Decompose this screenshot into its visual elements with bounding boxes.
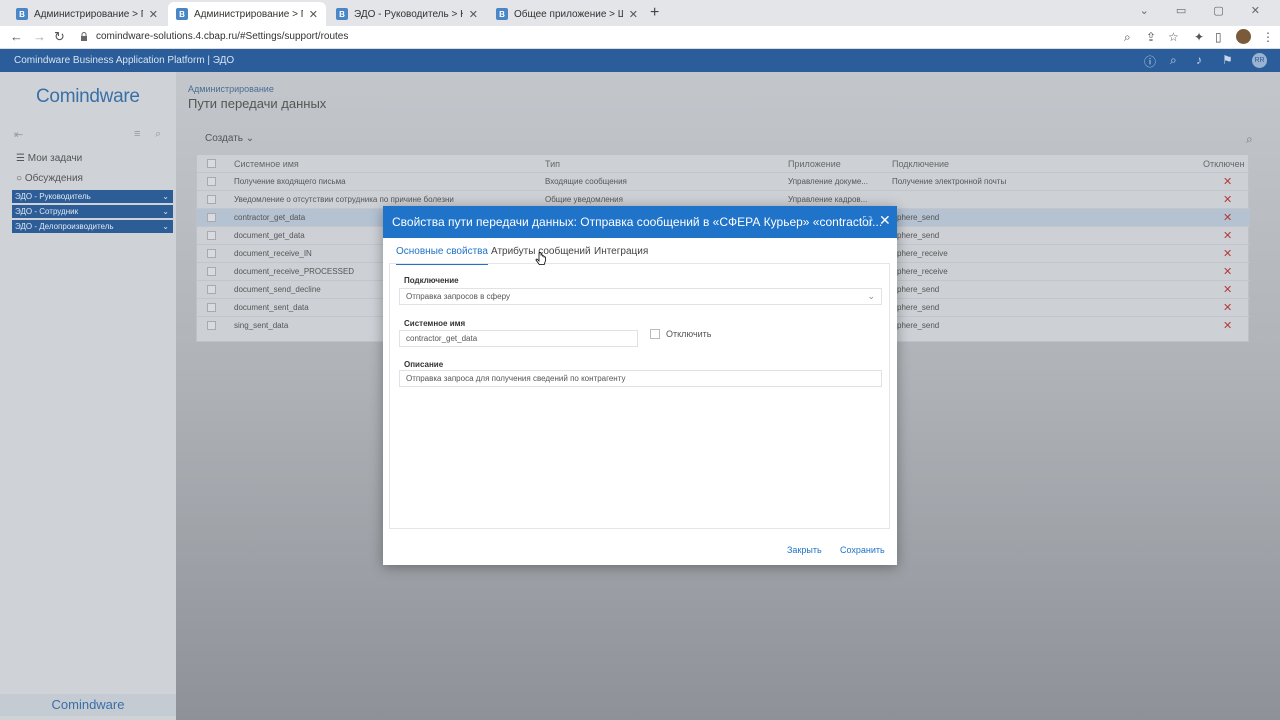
chevron-down-icon: ⌄ <box>162 207 169 216</box>
chevron-down-icon: ⌄ <box>162 222 169 231</box>
zoom-icon[interactable]: ⌕ <box>1124 30 1131 45</box>
row-checkbox[interactable] <box>207 321 216 330</box>
list-icon[interactable]: ≡ <box>134 128 140 140</box>
tab-close-icon[interactable]: ✕ <box>629 8 638 21</box>
tab-close-icon[interactable]: ✕ <box>309 8 318 21</box>
dialog-title: Свойства пути передачи данных: Отправка … <box>392 215 883 229</box>
disabled-x-icon: ✕ <box>1223 212 1233 224</box>
connection-label: Подключение <box>404 276 459 285</box>
favicon-icon: B <box>176 8 188 20</box>
sidebar-group-clerk[interactable]: ЭДО - Делопроизводитель ⌄ <box>12 220 173 233</box>
sysname-label: Системное имя <box>404 319 466 328</box>
row-checkbox[interactable] <box>207 267 216 276</box>
dialog-header: Свойства пути передачи данных: Отправка … <box>383 206 897 238</box>
tab-integration[interactable]: Интеграция <box>594 246 648 263</box>
row-checkbox[interactable] <box>207 177 216 186</box>
browser-tab[interactable]: B Администрирование > Подкл ✕ <box>8 2 166 26</box>
chevron-down-icon: ⌄ <box>162 192 169 201</box>
row-checkbox[interactable] <box>207 195 216 204</box>
sidebar-group-employee[interactable]: ЭДО - Сотрудник ⌄ <box>12 205 173 218</box>
select-all-checkbox[interactable] <box>207 159 216 168</box>
connection-select[interactable]: Отправка запросов в сферу ⌄ <box>399 288 882 305</box>
sidebar <box>0 72 176 720</box>
star-icon[interactable]: ☆ <box>1168 30 1179 44</box>
create-button[interactable]: Создать ⌄ <box>205 133 254 144</box>
app-title: Comindware Business Application Platform… <box>14 55 235 66</box>
row-checkbox[interactable] <box>207 213 216 222</box>
reload-icon[interactable]: ↻ <box>54 29 65 45</box>
flag-icon[interactable]: ⚑ <box>1222 53 1233 67</box>
column-header[interactable]: Приложение <box>788 159 841 169</box>
disabled-x-icon: ✕ <box>1223 266 1233 278</box>
disable-label: Отключить <box>666 329 712 339</box>
sidebar-item-discussions[interactable]: ○ Обсуждения <box>16 173 83 184</box>
app-logo: Comindware <box>36 86 140 107</box>
browser-tabbar: B Администрирование > Подкл ✕ B Админист… <box>0 0 1280 26</box>
collapse-icon[interactable]: ⇤ <box>14 128 23 141</box>
disable-checkbox[interactable] <box>650 329 660 339</box>
column-header[interactable]: Тип <box>545 159 560 169</box>
row-checkbox[interactable] <box>207 231 216 240</box>
disabled-x-icon: ✕ <box>1223 230 1233 242</box>
sysname-field[interactable]: contractor_get_data <box>399 330 638 347</box>
row-checkbox[interactable] <box>207 285 216 294</box>
disabled-x-icon: ✕ <box>1223 176 1233 188</box>
chevron-down-icon: ⌄ <box>867 291 875 301</box>
column-header[interactable]: Отключен <box>1203 159 1245 169</box>
column-header[interactable]: Системное имя <box>234 159 299 169</box>
browser-tab-active[interactable]: B Администрирование > Пути пе ✕ <box>168 2 326 26</box>
user-avatar[interactable]: RR <box>1252 53 1267 68</box>
close-icon[interactable]: ✕ <box>879 212 891 229</box>
disabled-x-icon: ✕ <box>1223 194 1233 206</box>
close-button[interactable]: Закрыть <box>787 545 822 555</box>
disabled-x-icon: ✕ <box>1223 302 1233 314</box>
lock-icon <box>81 32 87 41</box>
column-header[interactable]: Подключение <box>892 159 949 169</box>
description-field[interactable]: Отправка запроса для получения сведений … <box>399 370 882 387</box>
sidebar-search-icon[interactable]: ⌕ <box>155 128 161 141</box>
route-properties-dialog: Свойства пути передачи данных: Отправка … <box>383 206 897 565</box>
new-tab-icon[interactable]: + <box>650 4 659 22</box>
footer-logo: Comindware <box>0 694 176 716</box>
search-icon[interactable]: ⌕ <box>1170 53 1177 68</box>
favicon-icon: B <box>496 8 508 20</box>
sidebar-item-tasks[interactable]: ☰ Мои задачи <box>16 153 82 164</box>
description-label: Описание <box>404 360 444 369</box>
help-icon[interactable]: ⓘ <box>1144 53 1156 70</box>
sidebar-group-manager[interactable]: ЭДО - Руководитель ⌄ <box>12 190 173 203</box>
address-bar: ← → ↻ comindware-solutions.4.cbap.ru/#Se… <box>0 26 1280 49</box>
forward-icon[interactable]: → <box>33 29 46 44</box>
row-checkbox[interactable] <box>207 303 216 312</box>
tab-close-icon[interactable]: ✕ <box>149 8 158 21</box>
app-header: Comindware Business Application Platform… <box>0 49 1280 72</box>
menu-icon[interactable]: ⋮ <box>1262 30 1274 44</box>
row-checkbox[interactable] <box>207 249 216 258</box>
share-icon[interactable]: ⇪ <box>1146 30 1156 44</box>
tab-close-icon[interactable]: ✕ <box>469 8 478 21</box>
profile-avatar[interactable] <box>1236 29 1251 44</box>
browser-tab[interactable]: B Общее приложение > Шаблон ✕ <box>488 2 646 26</box>
disabled-x-icon: ✕ <box>1223 248 1233 260</box>
hand-cursor-icon <box>535 252 546 265</box>
url-input[interactable]: comindware-solutions.4.cbap.ru/#Settings… <box>96 31 348 42</box>
back-icon[interactable]: ← <box>10 29 23 44</box>
disabled-x-icon: ✕ <box>1223 284 1233 296</box>
properties-panel: Подключение Отправка запросов в сферу ⌄ … <box>389 263 890 529</box>
table-row[interactable]: Получение входящего письма Входящие сооб… <box>197 172 1250 190</box>
extensions-icon[interactable]: ✦ <box>1194 30 1204 44</box>
expand-icon[interactable]: ⛶ <box>863 214 871 229</box>
disabled-x-icon: ✕ <box>1223 320 1233 332</box>
sidepanel-icon[interactable]: ▯ <box>1215 30 1222 44</box>
favicon-icon: B <box>16 8 28 20</box>
window-controls-icon[interactable]: ⌄ ▭ ▢ ✕ <box>1140 4 1272 17</box>
page-title: Пути передачи данных <box>188 96 327 111</box>
favicon-icon: B <box>336 8 348 20</box>
breadcrumb[interactable]: Администрирование <box>188 84 274 94</box>
table-search-icon[interactable]: ⌕ <box>1246 132 1253 147</box>
save-button[interactable]: Сохранить <box>840 545 885 555</box>
bell-icon[interactable]: ♪ <box>1196 53 1202 67</box>
browser-tab[interactable]: B ЭДО - Руководитель > Контакт ✕ <box>328 2 486 26</box>
